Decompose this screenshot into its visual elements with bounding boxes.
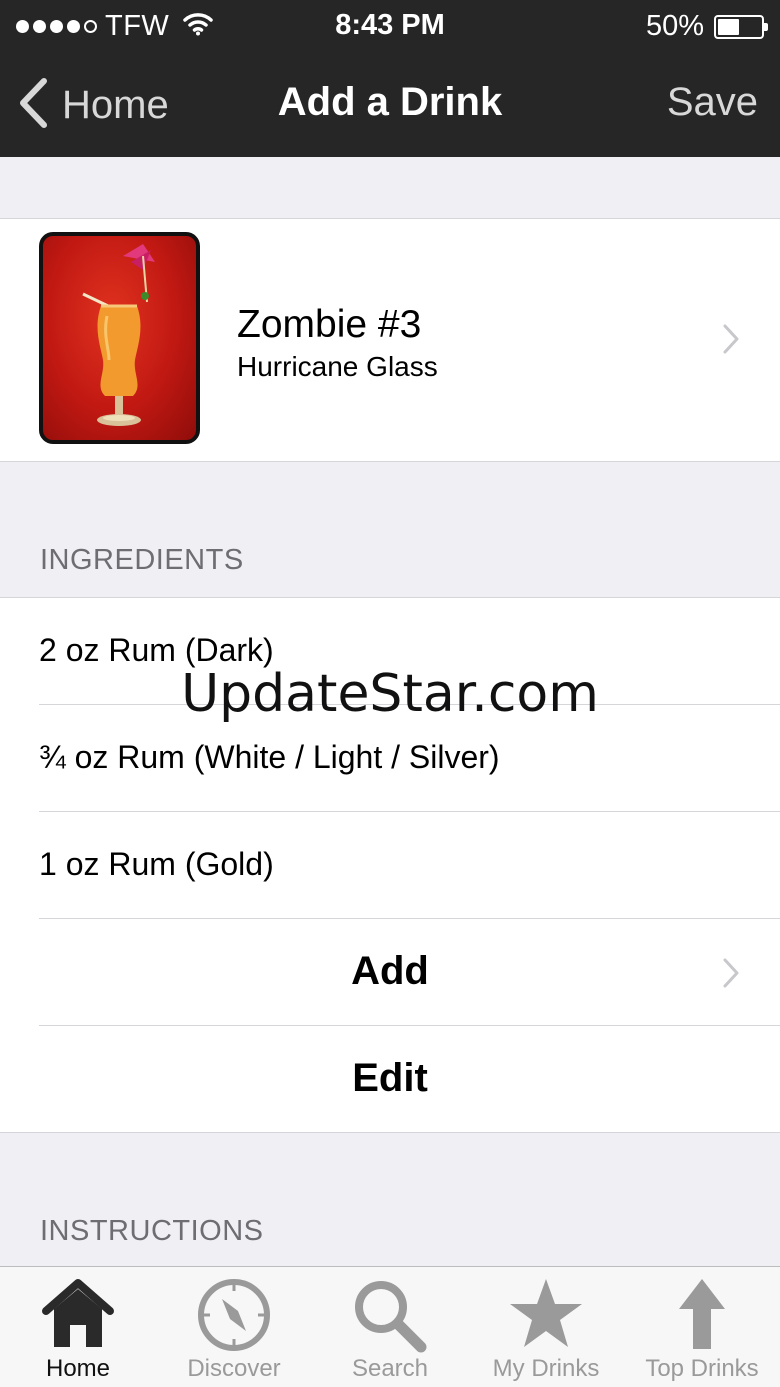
battery-icon (714, 14, 768, 39)
tab-label: Home (45, 1355, 111, 1382)
ingredient-text: ¾ oz Rum (White / Light / Silver) (39, 739, 500, 775)
page-title: Add a Drink (277, 80, 503, 124)
tab-label: My Drinks (492, 1355, 600, 1382)
drink-name: Zombie #3 (237, 303, 422, 346)
navigation-bar: Home Add a Drink Save (0, 52, 780, 157)
edit-ingredients-label: Edit (352, 1056, 428, 1100)
status-bar: TFW 8:43 PM 50% (0, 0, 780, 52)
ingredient-text: 2 oz Rum (Dark) (39, 632, 274, 668)
tab-home[interactable]: Home (0, 1267, 156, 1387)
instructions-header: INSTRUCTIONS (40, 1215, 264, 1247)
tab-label: Discover (187, 1355, 281, 1382)
battery-percent: 50% (645, 10, 704, 42)
tab-top-drinks[interactable]: Top Drinks (624, 1267, 780, 1387)
tab-discover[interactable]: Discover (156, 1267, 312, 1387)
chevron-right-icon (722, 957, 740, 994)
ingredient-text: 1 oz Rum (Gold) (39, 846, 274, 882)
tab-my-drinks[interactable]: My Drinks (468, 1267, 624, 1387)
drink-image (39, 232, 200, 444)
drink-summary-row[interactable]: Zombie #3 Hurricane Glass (0, 218, 780, 462)
top-bar: TFW 8:43 PM 50% Home Add a Drink Save (0, 0, 780, 157)
ingredients-list: 2 oz Rum (Dark) ¾ oz Rum (White / Light … (0, 597, 780, 1133)
ingredients-header: INGREDIENTS (40, 544, 244, 576)
tab-search[interactable]: Search (312, 1267, 468, 1387)
drink-glass-type: Hurricane Glass (237, 351, 438, 382)
tab-label: Search (351, 1355, 429, 1382)
add-ingredient-button[interactable]: Add (0, 919, 780, 1026)
add-ingredient-label: Add (351, 949, 429, 993)
edit-ingredients-button[interactable]: Edit (0, 1026, 780, 1133)
ingredient-row[interactable]: 2 oz Rum (Dark) (0, 598, 780, 705)
ingredient-row[interactable]: ¾ oz Rum (White / Light / Silver) (0, 705, 780, 812)
ingredient-row[interactable]: 1 oz Rum (Gold) (0, 812, 780, 919)
tab-bar: Home Discover Search My Drinks Top Drink… (0, 1266, 780, 1387)
chevron-right-icon (722, 323, 740, 360)
save-button[interactable]: Save (667, 80, 758, 125)
tab-label: Top Drinks (645, 1355, 759, 1382)
